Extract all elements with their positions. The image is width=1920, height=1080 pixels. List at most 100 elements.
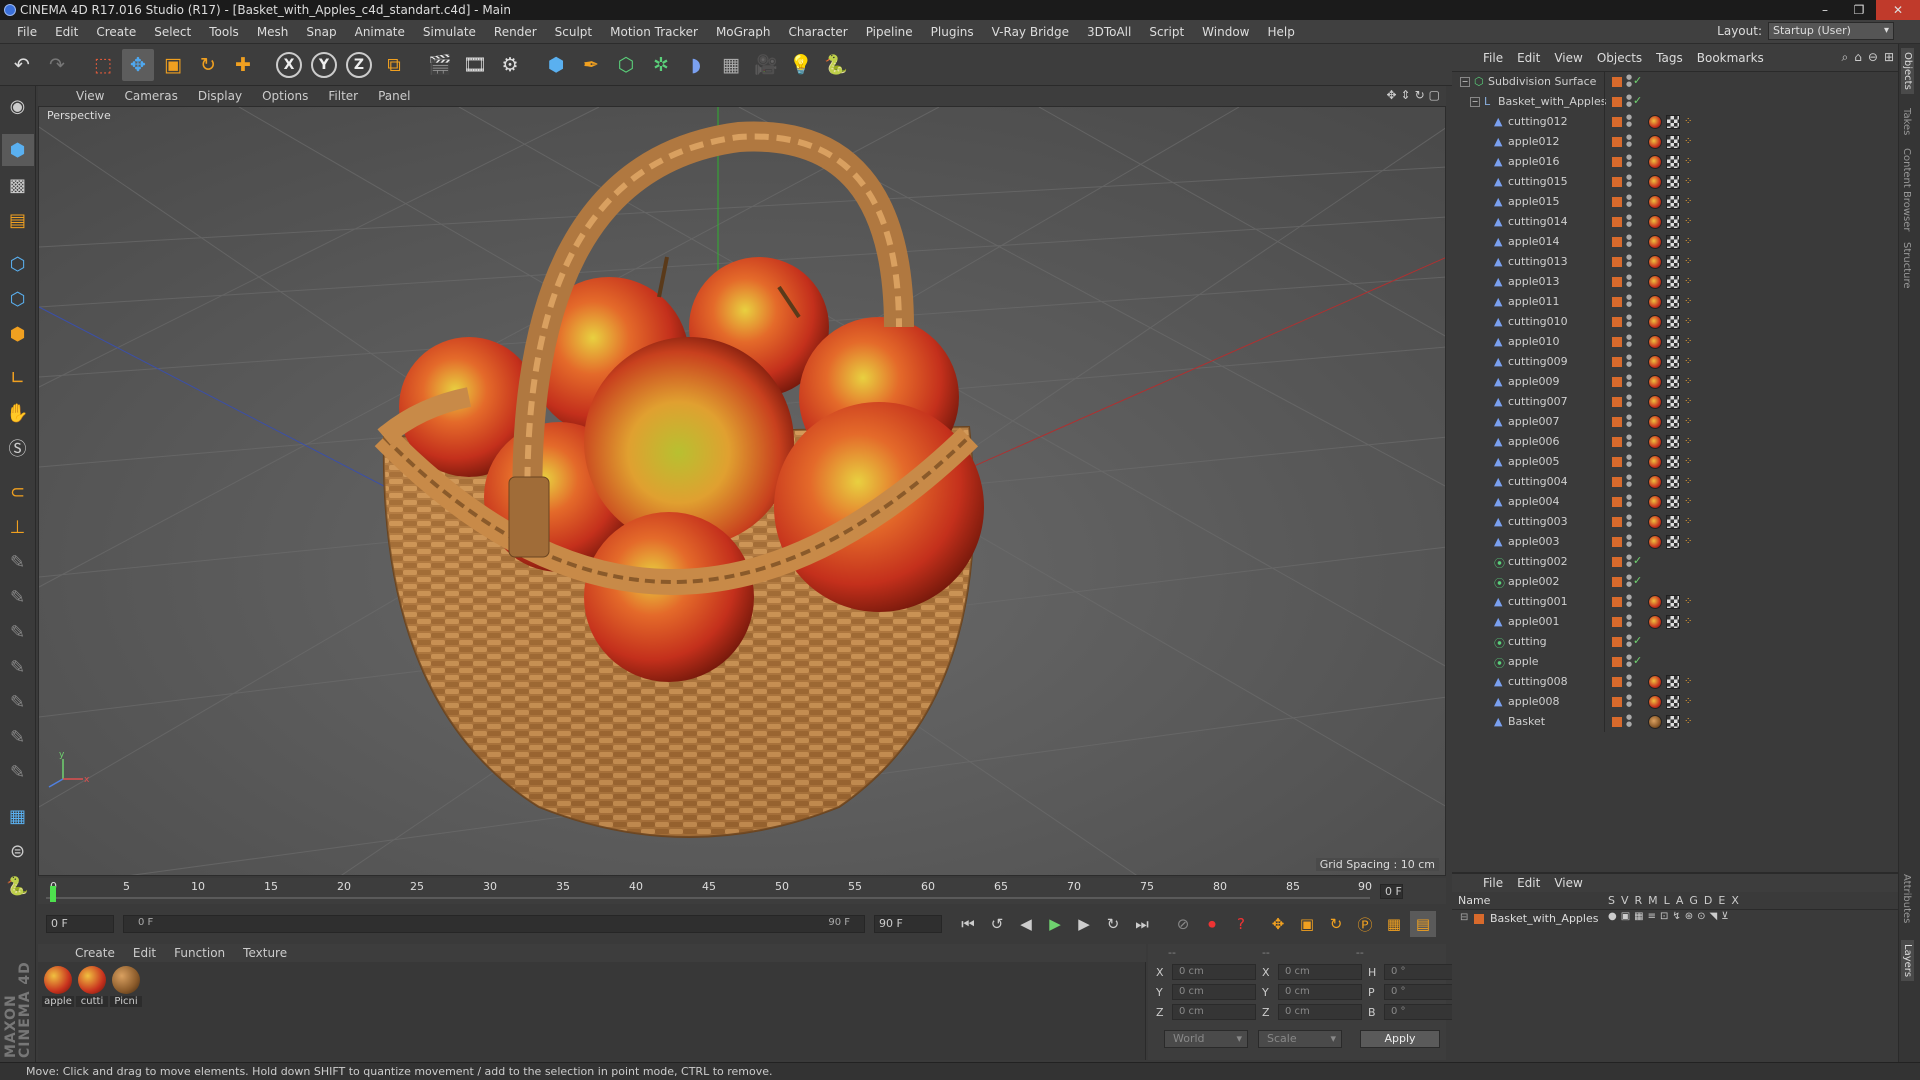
minimize-button[interactable]: – (1808, 0, 1842, 20)
om-menu-file[interactable]: File (1476, 51, 1510, 65)
tab-content-browser[interactable]: Content Browser (1901, 148, 1912, 231)
object-row[interactable]: ▲ cutting007 ● ● ⁘ (1452, 392, 1898, 412)
texture-mode-icon[interactable]: ▩ (2, 169, 34, 201)
layer-color-swatch[interactable] (1612, 257, 1622, 267)
object-row[interactable]: ▲ apple005 ● ● ⁘ (1452, 452, 1898, 472)
uvw-tag-icon[interactable] (1666, 415, 1680, 429)
selection-tag-icon[interactable]: ⁘ (1684, 496, 1692, 507)
material-tag-icon[interactable] (1648, 595, 1662, 609)
object-row[interactable]: ▲ cutting008 ● ● ⁘ (1452, 672, 1898, 692)
layer-color-swatch[interactable] (1612, 637, 1622, 647)
layer-color-swatch[interactable] (1612, 677, 1622, 687)
material-tag-icon[interactable] (1648, 375, 1662, 389)
selection-tag-icon[interactable]: ⁘ (1684, 136, 1692, 147)
sculpt-pull-icon[interactable]: ✎ (2, 581, 34, 613)
tab-attributes[interactable]: Attributes (1901, 874, 1912, 923)
visibility-toggle-icon[interactable]: ● ● (1626, 334, 1632, 348)
key-scale-icon[interactable]: ▣ (1294, 911, 1320, 937)
menu-tools[interactable]: Tools (200, 20, 248, 44)
selection-tag-icon[interactable]: ⁘ (1684, 156, 1692, 167)
uvw-tag-icon[interactable] (1666, 435, 1680, 449)
object-row[interactable]: ⦿ apple002 ● ● ✓ (1452, 572, 1898, 592)
selection-tag-icon[interactable]: ⁘ (1684, 476, 1692, 487)
object-name[interactable]: cutting002 (1508, 555, 1568, 568)
polygons-mode-icon[interactable]: ⬢ (2, 318, 34, 350)
object-name[interactable]: apple014 (1508, 235, 1560, 248)
undo-icon[interactable]: ↶ (6, 49, 38, 81)
uvw-tag-icon[interactable] (1666, 615, 1680, 629)
material-tag-icon[interactable] (1648, 475, 1662, 489)
material-tag-icon[interactable] (1648, 195, 1662, 209)
selection-tag-icon[interactable]: ⁘ (1684, 176, 1692, 187)
selection-tag-icon[interactable]: ⁘ (1684, 696, 1692, 707)
maximize-button[interactable]: ❐ (1842, 0, 1876, 20)
object-row[interactable]: ▲ apple003 ● ● ⁘ (1452, 532, 1898, 552)
layer-color-swatch[interactable] (1612, 157, 1622, 167)
layer-color-swatch[interactable] (1612, 497, 1622, 507)
record-keys-off-icon[interactable]: ⊘ (1170, 911, 1196, 937)
visibility-toggle-icon[interactable]: ● ● (1626, 314, 1632, 328)
layer-color-swatch[interactable] (1612, 417, 1622, 427)
tab-takes[interactable]: Takes (1901, 108, 1912, 135)
menu-mograph[interactable]: MoGraph (707, 20, 780, 44)
orbit-icon[interactable]: ↻ (1415, 88, 1425, 102)
enabled-checkmark-icon[interactable]: ✓ (1633, 634, 1642, 647)
visibility-toggle-icon[interactable]: ● ● (1626, 534, 1632, 548)
pin-icon[interactable]: ⊖ (1868, 50, 1878, 65)
layer-color-swatch[interactable] (1612, 277, 1622, 287)
layer-color-swatch[interactable] (1612, 217, 1622, 227)
material-tag-icon[interactable] (1648, 695, 1662, 709)
apply-button[interactable]: Apply (1360, 1030, 1440, 1048)
visibility-toggle-icon[interactable]: ● ● (1626, 154, 1632, 168)
visibility-toggle-icon[interactable]: ● ● (1626, 254, 1632, 268)
uvw-tag-icon[interactable] (1666, 195, 1680, 209)
lm-menu-edit[interactable]: Edit (1510, 876, 1547, 890)
visibility-toggle-icon[interactable]: ● ● (1626, 694, 1632, 708)
go-to-start-icon[interactable]: ⏮ (955, 911, 981, 937)
uvw-tag-icon[interactable] (1666, 695, 1680, 709)
layer-color-swatch[interactable] (1612, 517, 1622, 527)
visibility-toggle-icon[interactable]: ● ● (1626, 174, 1632, 188)
material-cutting[interactable]: cutti (76, 966, 108, 1007)
layer-color-swatch[interactable] (1612, 177, 1622, 187)
layer-color-swatch[interactable] (1612, 657, 1622, 667)
visibility-toggle-icon[interactable]: ● ● (1626, 294, 1632, 308)
layer-color-swatch[interactable] (1612, 197, 1622, 207)
key-position-icon[interactable]: ✥ (1265, 911, 1291, 937)
coordinate-mode-dropdown[interactable]: World (1164, 1030, 1248, 1048)
go-to-end-icon[interactable]: ⏭ (1129, 911, 1155, 937)
expand-icon[interactable]: − (1470, 97, 1480, 107)
visibility-toggle-icon[interactable]: ● ● (1626, 94, 1632, 108)
layer-color-swatch[interactable] (1612, 597, 1622, 607)
selection-tag-icon[interactable]: ⁘ (1684, 596, 1692, 607)
python-script-icon[interactable]: 🐍 (2, 870, 34, 902)
menu-simulate[interactable]: Simulate (414, 20, 485, 44)
object-row[interactable]: ▲ apple001 ● ● ⁘ (1452, 612, 1898, 632)
sculpt-grab-icon[interactable]: ✎ (2, 721, 34, 753)
visibility-toggle-icon[interactable]: ● ● (1626, 434, 1632, 448)
visibility-toggle-icon[interactable]: ● ● (1626, 194, 1632, 208)
next-frame-icon[interactable]: ▶ (1071, 911, 1097, 937)
uvw-tag-icon[interactable] (1666, 255, 1680, 269)
object-row[interactable]: ▲ cutting013 ● ● ⁘ (1452, 252, 1898, 272)
menu-render[interactable]: Render (485, 20, 546, 44)
autokey-icon[interactable]: ? (1228, 911, 1254, 937)
maximize-view-icon[interactable]: ▢ (1429, 88, 1440, 102)
visibility-toggle-icon[interactable]: ● ● (1626, 214, 1632, 228)
visibility-toggle-icon[interactable]: ● ● (1626, 234, 1632, 248)
layer-color-swatch[interactable] (1612, 617, 1622, 627)
layer-color-swatch[interactable] (1612, 717, 1622, 727)
object-name[interactable]: apple015 (1508, 195, 1560, 208)
layer-name[interactable]: Basket_with_Apples (1490, 912, 1598, 925)
recent-tool-icon[interactable]: ✚ (227, 49, 259, 81)
visibility-toggle-icon[interactable]: ● ● (1626, 74, 1632, 88)
material-tag-icon[interactable] (1648, 715, 1662, 729)
size-z-field[interactable]: 0 cm (1278, 1004, 1362, 1020)
object-name[interactable]: apple012 (1508, 135, 1560, 148)
object-row[interactable]: ▲ apple012 ● ● ⁘ (1452, 132, 1898, 152)
layer-color-swatch[interactable] (1612, 577, 1622, 587)
uvw-tag-icon[interactable] (1666, 355, 1680, 369)
material-tag-icon[interactable] (1648, 675, 1662, 689)
uvw-tag-icon[interactable] (1666, 275, 1680, 289)
checkerboard-icon[interactable]: ▦ (2, 800, 34, 832)
